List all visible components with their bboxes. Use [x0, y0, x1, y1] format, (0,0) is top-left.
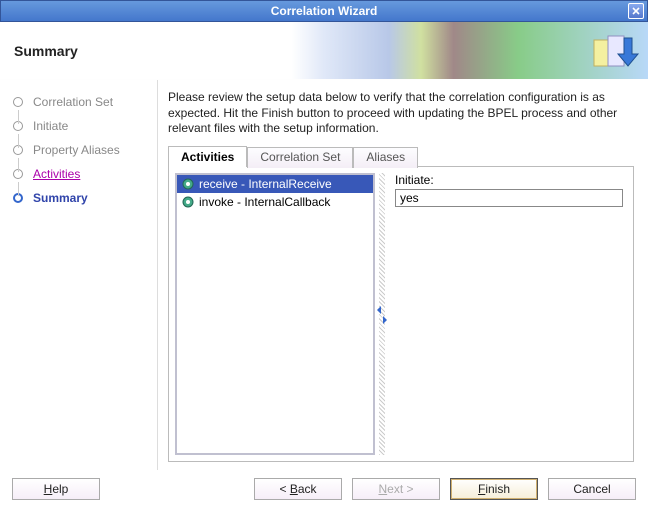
help-button[interactable]: Help [12, 478, 100, 500]
step-label: Initiate [33, 119, 68, 133]
wizard-header: Summary [0, 22, 648, 80]
tab-bar: Activities Correlation Set Aliases [168, 145, 634, 166]
instructions-text: Please review the setup data below to ve… [168, 90, 634, 137]
step-dot-icon [13, 97, 23, 107]
wizard-steps-sidebar: Correlation Set Initiate Property Aliase… [0, 80, 158, 470]
activity-detail: Initiate: yes [385, 167, 633, 461]
step-activities[interactable]: Activities [6, 162, 151, 186]
tab-correlation-set[interactable]: Correlation Set [247, 147, 353, 168]
window-title: Correlation Wizard [271, 4, 378, 18]
tab-activities[interactable]: Activities [168, 146, 247, 167]
step-label: Correlation Set [33, 95, 113, 109]
initiate-label: Initiate: [395, 173, 623, 187]
tab-label: Activities [181, 150, 234, 164]
initiate-value: yes [395, 189, 623, 207]
tab-panel: receive - InternalReceive invoke - Inter… [168, 166, 634, 462]
activity-item-receive[interactable]: receive - InternalReceive [177, 175, 373, 193]
step-correlation-set: Correlation Set [6, 90, 151, 114]
cancel-button[interactable]: Cancel [548, 478, 636, 500]
finish-button[interactable]: Finish [450, 478, 538, 500]
gear-icon [181, 195, 195, 209]
splitter-handle[interactable] [379, 173, 385, 455]
title-bar: Correlation Wizard [0, 0, 648, 22]
next-button: Next > [352, 478, 440, 500]
tab-label: Correlation Set [260, 150, 340, 164]
back-button[interactable]: < Back [254, 478, 342, 500]
close-icon [631, 6, 641, 16]
step-summary: Summary [6, 186, 151, 210]
step-label: Property Aliases [33, 143, 120, 157]
step-property-aliases: Property Aliases [6, 138, 151, 162]
step-initiate: Initiate [6, 114, 151, 138]
step-label: Summary [33, 191, 88, 205]
gear-icon [181, 177, 195, 191]
tab-label: Aliases [366, 150, 405, 164]
step-label: Activities [33, 167, 80, 181]
close-button[interactable] [628, 3, 644, 19]
wizard-main: Please review the setup data below to ve… [158, 80, 648, 470]
activity-item-invoke[interactable]: invoke - InternalCallback [177, 193, 373, 211]
header-graphic-icon [590, 32, 640, 72]
activity-label: receive - InternalReceive [199, 177, 332, 191]
activity-label: invoke - InternalCallback [199, 195, 330, 209]
page-title: Summary [0, 43, 78, 59]
activities-list[interactable]: receive - InternalReceive invoke - Inter… [175, 173, 375, 455]
tab-aliases[interactable]: Aliases [353, 147, 418, 168]
wizard-footer: Help < Back Next > Finish Cancel [0, 470, 648, 508]
